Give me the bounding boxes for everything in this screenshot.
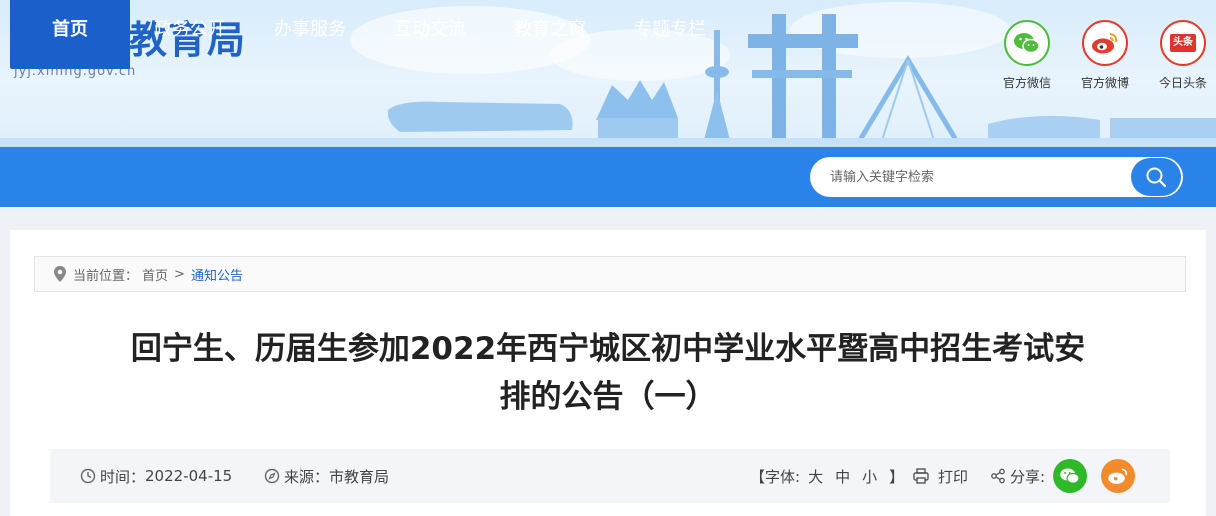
wechat-label: 官方微信 bbox=[1002, 76, 1051, 90]
compass-icon bbox=[264, 468, 280, 484]
article-title-line-1: 回宁生、历届生参加2022年西宁城区初中学业水平暨高中招生考试安 bbox=[130, 331, 1086, 367]
official-weibo-link[interactable]: 官方微博 bbox=[1075, 20, 1135, 91]
breadcrumb-home-link[interactable]: 首页 bbox=[142, 265, 168, 284]
nav-item-education-window[interactable]: 教育之窗 bbox=[490, 0, 610, 60]
toutiao-link[interactable]: 头条 今日头条 bbox=[1153, 20, 1213, 91]
source-label: 来源： bbox=[284, 467, 330, 486]
font-medium-button[interactable]: 中 bbox=[835, 466, 850, 487]
nav-item-services[interactable]: 办事服务 bbox=[250, 0, 370, 60]
clock-icon bbox=[80, 468, 96, 484]
source-value: 市教育局 bbox=[329, 467, 390, 486]
font-size-close: 】 bbox=[889, 467, 905, 486]
font-large-button[interactable]: 大 bbox=[808, 466, 823, 487]
search-box bbox=[810, 157, 1183, 197]
time-label: 时间： bbox=[100, 467, 146, 486]
toutiao-label: 今日头条 bbox=[1158, 76, 1207, 90]
share-weibo-button[interactable] bbox=[1101, 459, 1135, 493]
share-label: 分享: bbox=[1010, 467, 1046, 486]
nav-item-home[interactable]: 首页 bbox=[10, 0, 130, 69]
official-wechat-link[interactable]: 官方微信 bbox=[997, 20, 1057, 91]
breadcrumb: 当前位置： 首页 > 通知公告 bbox=[34, 256, 1186, 292]
breadcrumb-prefix: 当前位置： bbox=[73, 268, 139, 284]
publish-time: 时间： 2022-04-15 bbox=[80, 449, 232, 503]
weibo-label: 官方微博 bbox=[1080, 76, 1129, 90]
publish-date: 2022-04-15 bbox=[145, 467, 233, 485]
font-small-button[interactable]: 小 bbox=[862, 466, 877, 487]
share-weibo-wrap bbox=[1101, 449, 1135, 503]
share-wechat-wrap bbox=[1053, 449, 1087, 503]
share-area: 分享: bbox=[990, 449, 1045, 503]
nav-item-interaction[interactable]: 互动交流 bbox=[370, 0, 490, 60]
breadcrumb-separator: > bbox=[174, 266, 185, 282]
share-icon bbox=[991, 468, 1005, 484]
weibo-icon bbox=[1108, 468, 1128, 484]
search-input[interactable] bbox=[830, 157, 1130, 197]
print-button[interactable]: 打印 bbox=[912, 449, 968, 503]
article-title-line-2: 排的公告（一） bbox=[499, 379, 717, 415]
share-wechat-button[interactable] bbox=[1053, 459, 1087, 493]
article-meta-bar: 时间： 2022-04-15 来源： 市教育局 【字体: 大 中 小 】 打印 bbox=[50, 449, 1170, 503]
nav-item-government-affairs[interactable]: 政务公开 bbox=[130, 0, 250, 60]
printer-icon bbox=[913, 468, 929, 484]
article-source: 来源： 市教育局 bbox=[264, 449, 389, 503]
breadcrumb-notices-link[interactable]: 通知公告 bbox=[191, 265, 243, 284]
search-button[interactable] bbox=[1131, 158, 1181, 196]
article-title: 回宁生、历届生参加2022年西宁城区初中学业水平暨高中招生考试安 排的公告（一） bbox=[60, 325, 1156, 421]
wechat-icon bbox=[1004, 20, 1050, 66]
toutiao-logo-text: 头条 bbox=[1170, 34, 1196, 52]
search-icon bbox=[1146, 167, 1167, 188]
font-size-open: 【字体: bbox=[750, 467, 801, 486]
font-size-controls: 【字体: 大 中 小 】 bbox=[750, 449, 904, 503]
wechat-icon bbox=[1060, 468, 1080, 484]
toutiao-icon: 头条 bbox=[1160, 20, 1206, 66]
location-pin-icon bbox=[53, 265, 67, 283]
weibo-icon bbox=[1082, 20, 1128, 66]
print-label: 打印 bbox=[938, 467, 969, 486]
nav-item-special-topics[interactable]: 专题专栏 bbox=[610, 0, 730, 60]
